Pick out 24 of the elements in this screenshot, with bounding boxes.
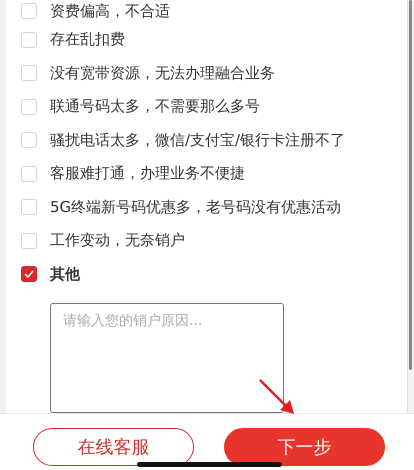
reason-option[interactable]: 客服难打通，办理业务不便捷	[21, 156, 407, 190]
reason-label: 联通号码太多，不需要那么多号	[50, 97, 260, 116]
reason-label: 工作变动，无奈销户	[50, 231, 185, 250]
reason-label: 存在乱扣费	[50, 30, 125, 50]
reason-input[interactable]: 请输入您的销户原因...	[50, 302, 284, 413]
reason-label: 客服难打通，办理业务不便捷	[50, 164, 245, 184]
reason-option[interactable]: 骚扰电话太多，微信/支付宝/银行卡注册不了	[21, 123, 407, 157]
next-button[interactable]: 下一步	[224, 428, 385, 466]
reason-option[interactable]: 资费偏高，不合适	[21, 0, 407, 23]
reason-option[interactable]: 5G终端新号码优惠多，老号码没有优惠活动	[21, 190, 407, 224]
reason-option[interactable]: 没有宽带资源，无法办理融合业务	[21, 56, 407, 90]
arrow-icon	[258, 378, 296, 416]
reason-option[interactable]: 联通号码太多，不需要那么多号	[21, 90, 407, 124]
reason-label: 资费偏高，不合适	[50, 2, 170, 21]
reason-label: 骚扰电话太多，微信/支付宝/银行卡注册不了	[50, 130, 346, 150]
reason-label: 没有宽带资源，无法办理融合业务	[50, 64, 275, 83]
reason-option[interactable]: 存在乱扣费	[21, 22, 407, 56]
reason-label: 其他	[50, 264, 80, 284]
checkbox[interactable]	[21, 266, 37, 282]
reason-label: 5G终端新号码优惠多，老号码没有优惠活动	[50, 198, 342, 217]
reason-option[interactable]: 工作变动，无奈销户	[21, 224, 407, 258]
check-icon	[24, 270, 34, 278]
reason-option[interactable]: 其他	[21, 257, 407, 291]
service-button[interactable]: 在线客服	[33, 428, 194, 466]
